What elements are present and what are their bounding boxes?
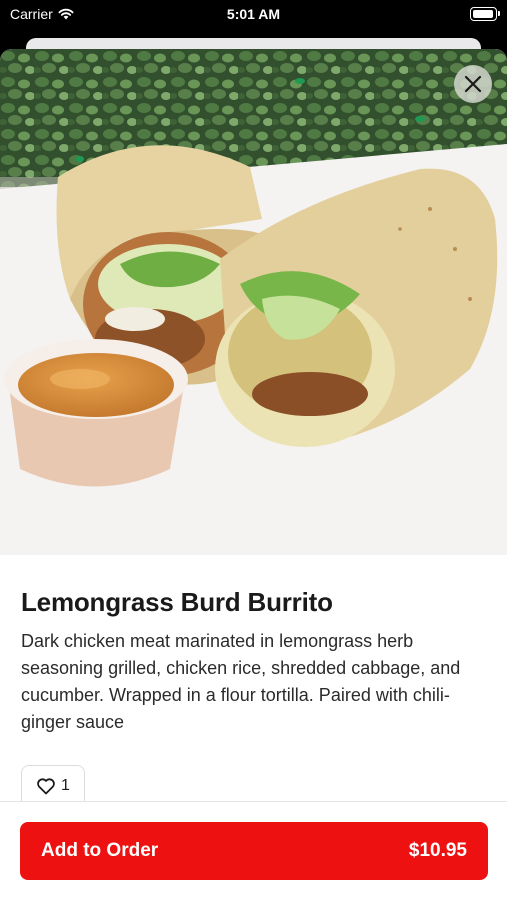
item-description: Dark chicken meat marinated in lemongras… [21,631,461,732]
close-button[interactable] [454,65,492,103]
like-button[interactable]: 1 [21,765,85,805]
item-detail-sheet: Lemongrass Burd Burrito Dark chicken mea… [0,49,507,900]
item-details: Lemongrass Burd Burrito Dark chicken mea… [21,587,491,736]
like-count: 1 [61,776,70,794]
status-bar: Carrier 5:01 AM [0,0,507,28]
item-title: Lemongrass Burd Burrito [21,587,333,617]
add-to-order-label: Add to Order [41,840,159,861]
battery-icon [470,7,500,21]
item-price: $10.95 [408,840,467,861]
burrito-illustration [0,49,507,555]
close-icon [464,75,482,93]
add-to-order-button[interactable]: Add to Order $10.95 [20,822,488,880]
order-footer: Add to Order $10.95 [0,801,507,900]
heart-icon [37,777,55,794]
status-time: 5:01 AM [226,6,281,22]
item-photo [0,49,507,555]
